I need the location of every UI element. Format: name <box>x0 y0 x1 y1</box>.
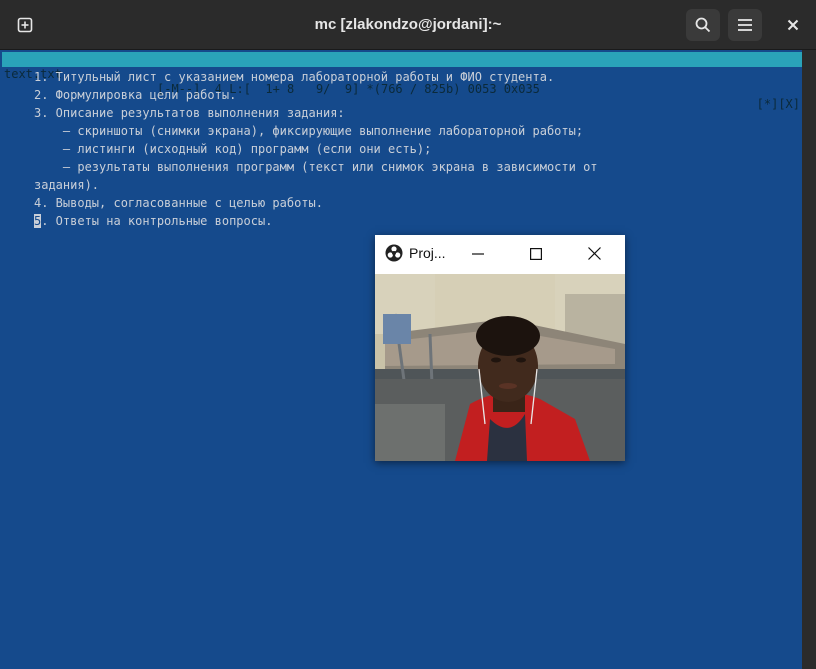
text-line[interactable]: – листинги (исходный код) программ (если… <box>34 140 431 158</box>
text-line[interactable]: 1. Титульный лист с указанием номера лаб… <box>34 68 554 86</box>
minimize-icon <box>472 252 484 255</box>
projector-close-button[interactable] <box>574 235 614 272</box>
window-close-button[interactable] <box>776 9 810 41</box>
text-line[interactable]: – скриншоты (снимки экрана), фиксирующие… <box>34 122 583 140</box>
text-line-rest: . Ответы на контрольные вопросы. <box>41 214 273 228</box>
text-line[interactable]: – результаты выполнения программ (текст … <box>34 158 598 176</box>
minimize-button[interactable] <box>458 235 498 272</box>
projector-title: Proj... <box>409 245 446 261</box>
maximize-button[interactable] <box>516 235 556 272</box>
close-icon <box>787 19 799 31</box>
status-flags: [*][X] <box>756 97 800 111</box>
obs-icon <box>385 244 403 262</box>
hamburger-icon <box>738 19 752 31</box>
text-line[interactable]: задания). <box>34 176 99 194</box>
hamburger-menu-button[interactable] <box>728 9 762 41</box>
projector-title-bar[interactable]: Proj... <box>375 235 625 272</box>
terminal-header-bar: mc [zlakondzo@jordani]:~ <box>0 0 816 50</box>
text-line-cursor[interactable]: 5. Ответы на контрольные вопросы. <box>34 212 272 230</box>
search-button[interactable] <box>686 9 720 41</box>
new-tab-icon <box>17 17 33 33</box>
close-icon <box>587 247 601 260</box>
search-icon <box>695 17 711 33</box>
maximize-icon <box>530 247 542 260</box>
new-tab-button[interactable] <box>8 9 42 41</box>
text-line[interactable]: 4. Выводы, согласованные с целью работы. <box>34 194 323 212</box>
text-line[interactable]: 2. Формулировка цели работы. <box>34 86 236 104</box>
webcam-image <box>375 274 625 461</box>
editor-status-line: text.txt [-M--] 4 L:[ 1+ 8 9/ 9] *(766 /… <box>2 52 802 111</box>
text-line[interactable]: 3. Описание результатов выполнения задан… <box>34 104 345 122</box>
projector-window[interactable]: Proj... <box>375 235 625 461</box>
terminal-scrollbar[interactable] <box>802 50 816 669</box>
webcam-feed <box>375 274 625 461</box>
